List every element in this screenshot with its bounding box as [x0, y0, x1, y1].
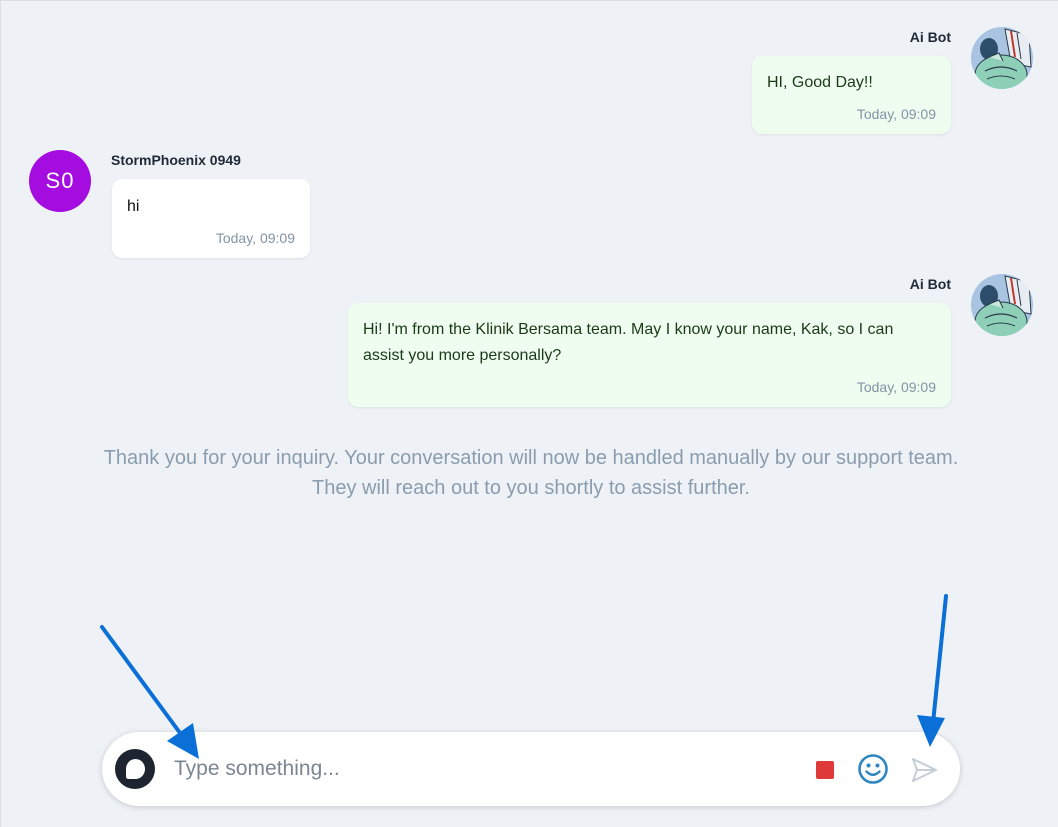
user-message-bubble: hi Today, 09:09	[112, 179, 310, 258]
bot-avatar	[971, 27, 1033, 89]
handover-notice-line: Thank you for your inquiry. Your convers…	[103, 447, 959, 469]
bot-avatar	[971, 274, 1033, 336]
send-button[interactable]	[909, 755, 939, 785]
message-timestamp: Today, 09:09	[856, 106, 936, 122]
chat-window: Ai Bot HI, Good Day!! Today, 09:09 S0 St…	[0, 0, 1058, 827]
smiley-icon	[858, 754, 888, 784]
chat-bubble-button[interactable]	[115, 749, 155, 789]
emoji-button[interactable]	[857, 753, 889, 785]
send-icon	[912, 758, 937, 782]
bot-message-text: Hi! I'm from the Klinik Bersama team. Ma…	[363, 321, 894, 364]
message-composer	[102, 732, 960, 806]
user-avatar: S0	[29, 150, 91, 212]
stop-recording-button[interactable]	[816, 761, 834, 779]
chat-bubble-icon	[126, 759, 145, 779]
bot-avatar-image	[971, 27, 1033, 89]
bot-avatar-image	[971, 274, 1033, 336]
message-timestamp: Today, 09:09	[856, 379, 936, 395]
arrow-to-send	[917, 594, 948, 747]
user-message-text: hi	[127, 198, 140, 215]
bot-message-bubble: Hi! I'm from the Klinik Bersama team. Ma…	[348, 303, 951, 407]
bot-message-text: HI, Good Day!!	[767, 74, 873, 91]
handover-notice-line: They will reach out to you shortly to as…	[312, 477, 750, 499]
handover-notice: Thank you for your inquiry. Your convers…	[41, 443, 1021, 503]
message-input[interactable]	[174, 750, 794, 788]
bot-sender-name: Ai Bot	[909, 29, 951, 45]
user-sender-name: StormPhoenix 0949	[111, 152, 241, 168]
bot-message-bubble: HI, Good Day!! Today, 09:09	[752, 56, 951, 134]
message-timestamp: Today, 09:09	[215, 230, 295, 246]
bot-sender-name: Ai Bot	[909, 276, 951, 292]
